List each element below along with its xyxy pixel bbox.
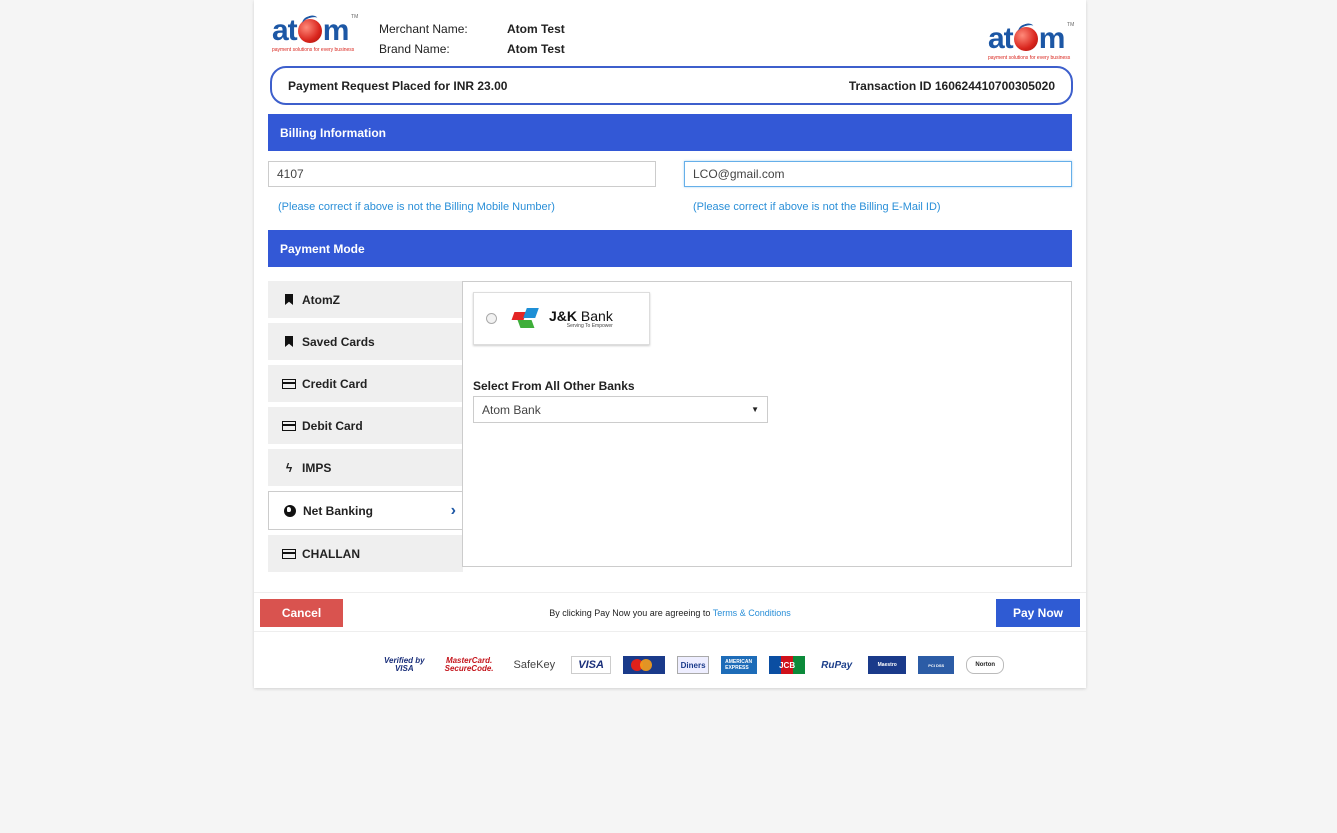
payment-request-summary: Payment Request Placed for INR 23.00 Tra… (270, 66, 1073, 105)
tab-saved-cards[interactable]: Saved Cards (268, 323, 463, 360)
tab-atomz[interactable]: AtomZ (268, 281, 463, 318)
pci-dss-logo: PCI DSS (918, 656, 955, 674)
selected-bank: Atom Bank (482, 402, 541, 417)
tab-net-banking[interactable]: Net Banking › (268, 491, 464, 530)
bank-option-jk-bank[interactable]: J&K Bank Serving To Empower (473, 292, 650, 345)
rupay-logo: RuPay (821, 659, 853, 671)
atom-logo-left: at m payment solutions for every business… (272, 14, 359, 53)
bank-radio[interactable] (486, 313, 497, 324)
terms-link[interactable]: Terms & Conditions (713, 608, 791, 618)
credit-card-icon (282, 548, 296, 559)
billing-email-input[interactable] (684, 161, 1072, 187)
billing-mobile-input[interactable] (268, 161, 656, 187)
pay-now-button[interactable]: Pay Now (996, 599, 1080, 627)
mastercard-securecode-logo: MasterCard. SecureCode. (444, 656, 494, 673)
tab-challan[interactable]: CHALLAN (268, 535, 463, 572)
credit-card-icon (282, 378, 296, 389)
jk-bank-logo-icon (511, 307, 545, 330)
tab-credit-card[interactable]: Credit Card (268, 365, 463, 402)
net-banking-panel: J&K Bank Serving To Empower Select From … (462, 281, 1072, 567)
visa-logo: VISA (571, 656, 612, 674)
payment-amount: Payment Request Placed for INR 23.00 (288, 78, 508, 93)
norton-secured-logo: Norton (966, 656, 1005, 674)
billing-information-header: Billing Information (268, 114, 1072, 151)
payment-logos: Verified by VISA MasterCard. SecureCode. S… (380, 654, 1005, 676)
jcb-logo: JCB (769, 656, 806, 674)
terms-agreement: By clicking Pay Now you are agreeing to … (549, 608, 791, 618)
bookmark-icon (285, 294, 293, 305)
other-banks-select[interactable]: Atom Bank ▼ (473, 396, 768, 423)
brand-name-value: Atom Test (507, 42, 565, 56)
email-hint: (Please correct if above is not the Bill… (693, 201, 941, 213)
logo-tagline: payment solutions for every business (272, 47, 355, 53)
brand-name-label: Brand Name: (379, 42, 450, 56)
payment-card: at m payment solutions for every business… (254, 0, 1086, 688)
other-banks-label: Select From All Other Banks (473, 379, 635, 393)
bank-name: J&K Bank (549, 307, 613, 324)
amex-safekey-logo: SafeKey (513, 659, 556, 671)
globe-icon (284, 504, 296, 517)
tab-imps[interactable]: ϟ IMPS (268, 449, 463, 486)
chevron-right-icon: › (450, 501, 456, 519)
atom-logo-right: at m payment solutions for every business… (988, 22, 1075, 61)
verified-by-visa-logo: Verified by VISA (384, 656, 425, 673)
payment-mode-tabs: AtomZ Saved Cards Credit Card Debit Card… (268, 281, 464, 577)
mobile-hint: (Please correct if above is not the Bill… (278, 201, 555, 213)
mastercard-logo (623, 656, 666, 674)
merchant-name-value: Atom Test (507, 22, 565, 36)
bolt-icon: ϟ (285, 460, 293, 475)
diners-club-logo: Diners (677, 656, 710, 674)
dropdown-caret-icon: ▼ (751, 405, 759, 414)
transaction-id: Transaction ID 160624410700305020 (848, 78, 1055, 93)
maestro-logo: Maestro (868, 656, 907, 674)
payment-mode-header: Payment Mode (268, 230, 1072, 267)
credit-card-icon (282, 420, 296, 431)
tab-debit-card[interactable]: Debit Card (268, 407, 463, 444)
merchant-info: Merchant Name: Atom Test Brand Name: Ato… (379, 19, 565, 59)
merchant-name-label: Merchant Name: (379, 22, 468, 36)
bookmark-icon (285, 336, 293, 347)
american-express-logo: AMERICAN EXPRESS (721, 656, 758, 674)
